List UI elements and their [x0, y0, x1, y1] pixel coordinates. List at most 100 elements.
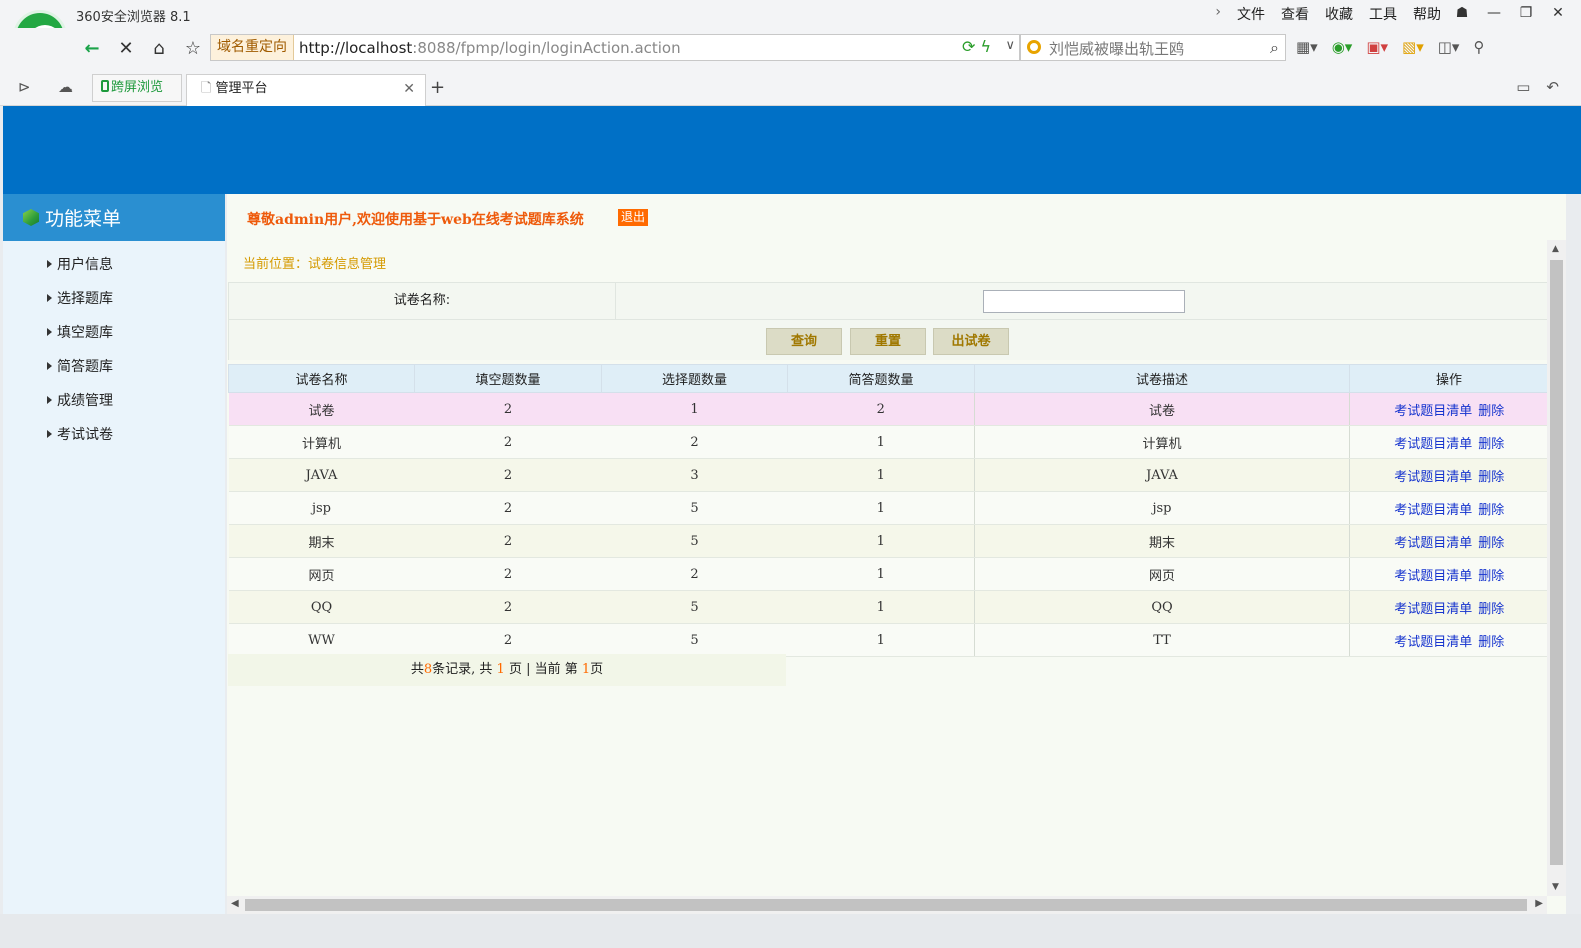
undo-close-icon[interactable]: ↶: [1546, 78, 1559, 96]
col-description: 试卷描述: [974, 364, 1350, 393]
scroll-up-icon[interactable]: ▲: [1552, 244, 1559, 254]
caret-icon: [47, 294, 52, 302]
question-list-link[interactable]: 考试题目清单: [1394, 569, 1472, 584]
menu-help[interactable]: 帮助: [1413, 4, 1441, 24]
cell-desc: QQ: [974, 590, 1350, 624]
paper-name-input[interactable]: [983, 290, 1185, 313]
col-actions: 操作: [1349, 364, 1549, 393]
favorite-star-icon[interactable]: ☆: [179, 34, 207, 62]
vertical-scroll-thumb[interactable]: [1550, 260, 1563, 865]
cell-short: 1: [787, 458, 975, 492]
address-bar[interactable]: 域名重定向 http://localhost:8088/fpmp/login/l…: [210, 34, 1020, 61]
question-list-link[interactable]: 考试题目清单: [1394, 635, 1472, 650]
cell-choice: 5: [601, 524, 788, 558]
table-header-row: 试卷名称 填空题数量 选择题数量 简答题数量 试卷描述 操作: [228, 364, 1549, 393]
current-page: 1: [581, 662, 591, 677]
paper-name-label: 试卷名称:: [229, 283, 616, 319]
scroll-left-icon[interactable]: ◀: [231, 898, 239, 909]
scroll-down-icon[interactable]: ▼: [1552, 882, 1559, 892]
cell-choice: 2: [601, 425, 788, 459]
delete-link[interactable]: 删除: [1478, 404, 1504, 419]
search-text[interactable]: 刘恺威被曝出轨王鸥: [1049, 38, 1184, 59]
delete-link[interactable]: 删除: [1478, 569, 1504, 584]
reset-button[interactable]: 重置: [850, 328, 926, 355]
sidebar-item-choice-bank[interactable]: 选择题库: [3, 281, 225, 315]
speed-mode-icon[interactable]: ⟳ ϟ: [962, 37, 991, 56]
redirect-badge[interactable]: 域名重定向: [211, 35, 294, 60]
new-tab-icon[interactable]: +: [430, 77, 445, 98]
close-window-icon[interactable]: ✕: [1545, 2, 1571, 24]
menu-view[interactable]: 查看: [1281, 4, 1309, 24]
zoom-icon[interactable]: ⚲: [1473, 38, 1484, 56]
sidebar-item-exam-papers[interactable]: 考试试卷: [3, 417, 225, 451]
tab-active[interactable]: 🗋 管理平台 ✕: [186, 74, 426, 107]
maximize-icon[interactable]: ❐: [1513, 2, 1539, 24]
cell-fill: 2: [414, 557, 602, 591]
sidebar-toggle-icon[interactable]: ⊳: [18, 78, 31, 96]
phone-icon: [101, 80, 109, 92]
question-list-link[interactable]: 考试题目清单: [1394, 404, 1472, 419]
cell-desc: 期末: [974, 524, 1350, 558]
horizontal-scroll-thumb[interactable]: [245, 899, 1527, 911]
back-arrow-icon[interactable]: ←: [78, 34, 106, 62]
delete-link[interactable]: 删除: [1478, 437, 1504, 452]
cell-fill: 2: [414, 458, 602, 492]
question-list-link[interactable]: 考试题目清单: [1394, 602, 1472, 617]
game-icon[interactable]: ◫▾: [1438, 38, 1460, 56]
total-records: 8: [423, 662, 433, 677]
home-icon[interactable]: ⌂: [145, 34, 173, 62]
caret-icon: [47, 396, 52, 404]
query-button[interactable]: 查询: [766, 328, 842, 355]
delete-link[interactable]: 删除: [1478, 635, 1504, 650]
delete-link[interactable]: 删除: [1478, 503, 1504, 518]
scroll-right-icon[interactable]: ▶: [1535, 898, 1543, 909]
stop-icon[interactable]: ✕: [112, 34, 140, 62]
search-box[interactable]: 刘恺威被曝出轨王鸥 ⌕: [1020, 34, 1286, 61]
menu-favorites[interactable]: 收藏: [1325, 4, 1353, 24]
cell-short: 1: [787, 557, 975, 591]
table-row: 期末 2 5 1 期末 考试题目清单 删除: [228, 524, 1549, 558]
search-engine-icon[interactable]: [1027, 40, 1041, 54]
vertical-scrollbar[interactable]: ▲ ▼: [1547, 240, 1566, 896]
table-row: 计算机 2 2 1 计算机 考试题目清单 删除: [228, 425, 1549, 459]
sidebar-item-short-bank[interactable]: 简答题库: [3, 349, 225, 383]
question-list-link[interactable]: 考试题目清单: [1394, 437, 1472, 452]
sidebar-header: 功能菜单: [3, 194, 225, 241]
question-list-link[interactable]: 考试题目清单: [1394, 503, 1472, 518]
make-paper-button[interactable]: 出试卷: [933, 328, 1009, 355]
tab-bar: ⊳ ☁ 跨屏浏览 🗋 管理平台 ✕ + ▭ ↶: [0, 70, 1581, 107]
horizontal-scrollbar[interactable]: ◀ ▶: [227, 896, 1547, 914]
question-list-link[interactable]: 考试题目清单: [1394, 536, 1472, 551]
cloud-icon[interactable]: ☁: [58, 78, 73, 96]
cell-short: 1: [787, 524, 975, 558]
sidebar-item-scores[interactable]: 成绩管理: [3, 383, 225, 417]
cell-name: WW: [228, 623, 415, 657]
delete-link[interactable]: 删除: [1478, 602, 1504, 617]
tab-cross-screen[interactable]: 跨屏浏览: [92, 74, 182, 102]
sidebar-item-fill-bank[interactable]: 填空题库: [3, 315, 225, 349]
logout-button[interactable]: 退出: [618, 209, 648, 226]
sidebar-menu: 用户信息 选择题库 填空题库 简答题库 成绩管理 考试试卷: [3, 241, 225, 451]
button-row: 查询 重置 出试卷: [228, 320, 1548, 360]
minimize-icon[interactable]: —: [1481, 2, 1507, 24]
screenshot-icon[interactable]: ▧▾: [1402, 38, 1424, 56]
question-list-link[interactable]: 考试题目清单: [1394, 470, 1472, 485]
menu-file[interactable]: 文件: [1237, 4, 1265, 24]
tab-close-icon[interactable]: ✕: [403, 75, 415, 103]
delete-link[interactable]: 删除: [1478, 470, 1504, 485]
pdf-icon[interactable]: ▣▾: [1366, 38, 1388, 56]
menu-tools[interactable]: 工具: [1369, 4, 1397, 24]
table-row: QQ 2 5 1 QQ 考试题目清单 删除: [228, 590, 1549, 624]
url-text[interactable]: http://localhost:8088/fpmp/login/loginAc…: [299, 39, 681, 57]
tab-list-icon[interactable]: ▭: [1516, 78, 1530, 96]
delete-link[interactable]: 删除: [1478, 536, 1504, 551]
sidebar-item-users[interactable]: 用户信息: [3, 247, 225, 281]
menu-expand-icon[interactable]: ›: [1215, 4, 1221, 24]
search-icon[interactable]: ⌕: [1270, 38, 1279, 58]
apps-icon[interactable]: ▦▾: [1296, 38, 1318, 56]
cell-actions: 考试题目清单 删除: [1349, 590, 1549, 624]
security-icon[interactable]: ◉▾: [1332, 38, 1353, 56]
skin-icon[interactable]: ☗: [1449, 2, 1475, 24]
address-dropdown-icon[interactable]: ∨: [1005, 38, 1015, 53]
table-row: 网页 2 2 1 网页 考试题目清单 删除: [228, 557, 1549, 591]
